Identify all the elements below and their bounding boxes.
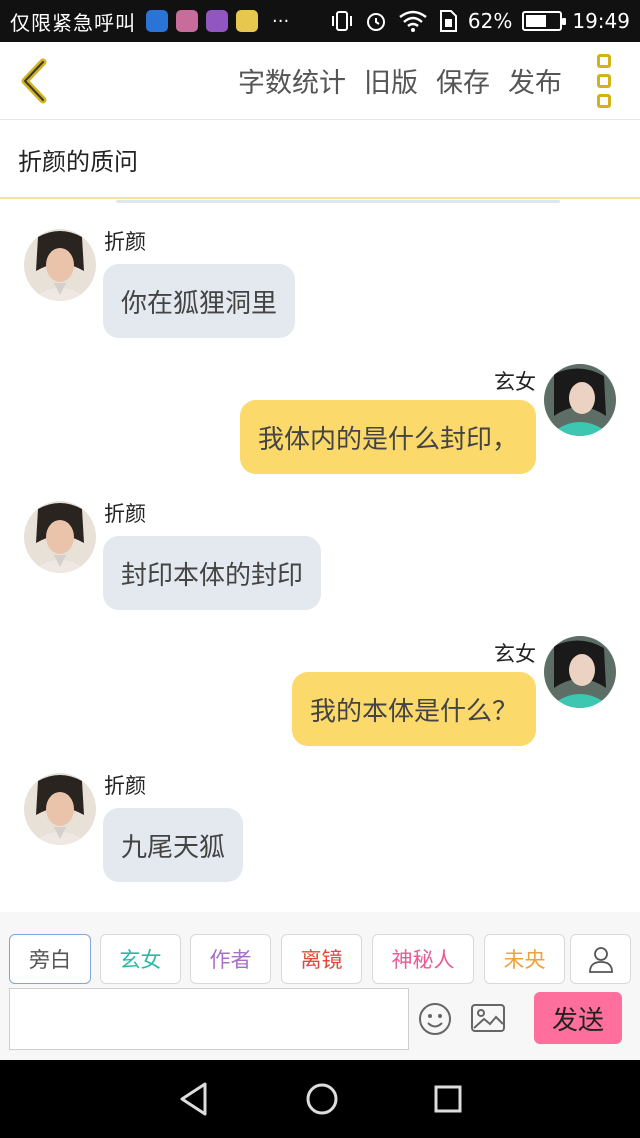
message-input[interactable] [9, 988, 409, 1050]
message-bubble[interactable]: 封印本体的封印 [103, 536, 322, 610]
word-count-button[interactable]: 字数统计 [238, 61, 346, 100]
send-button[interactable]: 发送 [534, 992, 622, 1044]
avatar-xuannv[interactable] [544, 636, 616, 708]
message-bubble[interactable]: 我的本体是什么？ [291, 672, 536, 746]
recents-square-icon[interactable] [433, 1084, 463, 1114]
sender-name: 折颜 [104, 230, 146, 254]
more-dot-icon [597, 93, 611, 108]
sender-name: 玄女 [494, 642, 536, 666]
sender-name: 折颜 [104, 502, 146, 526]
battery-fill [526, 15, 547, 27]
notification-icons: ··· [146, 10, 289, 32]
message-bubble[interactable]: 你在狐狸洞里 [103, 264, 296, 338]
more-menu-button[interactable] [582, 42, 626, 120]
old-version-button[interactable]: 旧版 [364, 61, 418, 100]
editor-toolbar: 字数统计 旧版 保存 发布 [0, 42, 640, 120]
role-tab-xuannv[interactable]: 玄女 [100, 934, 181, 984]
role-tab-narrator[interactable]: 旁白 [9, 934, 91, 984]
avatar-zheyan[interactable] [24, 229, 96, 301]
chevron-left-icon [21, 58, 47, 103]
security-app-icon [146, 10, 168, 32]
home-circle-icon[interactable] [305, 1082, 339, 1116]
battery-percent: 62% [467, 9, 513, 33]
gallery-app-icon [206, 10, 228, 32]
status-right: 62% 19:49 [330, 9, 630, 33]
status-bar: 仅限紧急呼叫 ··· 62% 19:49 [0, 0, 640, 42]
toolbar-actions: 字数统计 旧版 保存 发布 [238, 61, 562, 100]
story-title-bar[interactable]: 折颜的质问 [0, 121, 640, 199]
role-tab-mystery[interactable]: 神秘人 [372, 934, 474, 984]
image-button[interactable] [470, 1002, 506, 1036]
add-role-button[interactable] [570, 934, 631, 984]
alarm-icon [366, 13, 385, 31]
more-dot-icon [597, 73, 611, 88]
clock: 19:49 [572, 9, 630, 33]
story-title: 折颜的质问 [18, 147, 138, 176]
avatar-zheyan[interactable] [24, 773, 96, 845]
back-button[interactable] [4, 42, 64, 120]
back-triangle-icon[interactable] [177, 1081, 211, 1117]
sender-name: 玄女 [494, 370, 536, 394]
battery-icon [522, 11, 567, 31]
chat-app-icon [236, 10, 258, 32]
carrier-text: 仅限紧急呼叫 [10, 10, 136, 35]
vibrate-icon [331, 11, 352, 31]
avatar-xuannv[interactable] [544, 364, 616, 436]
compose-row: 发送 [0, 988, 640, 1060]
publish-button[interactable]: 发布 [508, 61, 562, 100]
chat-area[interactable]: 折颜 你在狐狸洞里 玄女 我体内的是什么封印， 折颜 封印本体的封印 玄女 我的… [0, 200, 640, 910]
message-bubble[interactable]: 我体内的是什么封印， [239, 400, 536, 474]
sim-icon [439, 10, 457, 32]
wifi-icon [399, 10, 427, 32]
emoji-button[interactable] [418, 1002, 452, 1036]
role-tab-lijing[interactable]: 离镜 [281, 934, 362, 984]
person-icon [588, 947, 613, 973]
role-tab-weiyang[interactable]: 未央 [484, 934, 565, 984]
smiley-icon [419, 1003, 451, 1035]
role-tab-author[interactable]: 作者 [190, 934, 271, 984]
sender-name: 折颜 [104, 774, 146, 798]
image-icon [471, 1004, 505, 1032]
game-app-icon [176, 10, 198, 32]
system-nav-bar [0, 1060, 640, 1138]
avatar-zheyan[interactable] [24, 501, 96, 573]
more-notifications-icon: ··· [272, 10, 290, 32]
more-dot-icon [597, 53, 611, 68]
scroll-edge-bubble [116, 200, 560, 203]
message-bubble[interactable]: 九尾天狐 [103, 808, 244, 882]
role-selector-bar: 旁白 玄女 作者 离镜 神秘人 未央 [0, 912, 640, 988]
save-button[interactable]: 保存 [436, 61, 490, 100]
